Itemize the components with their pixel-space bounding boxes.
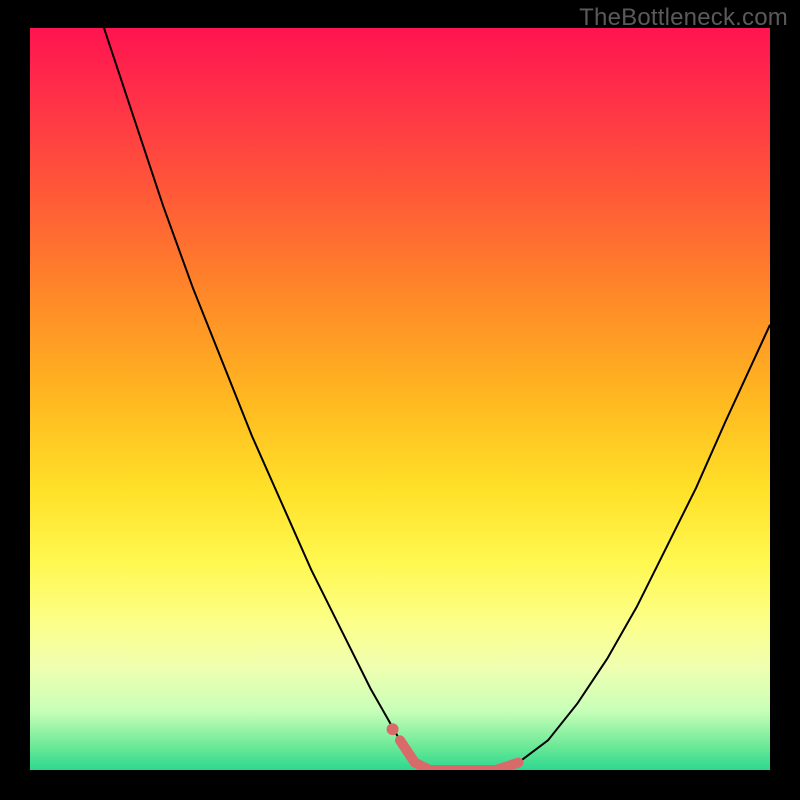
bottleneck-curve bbox=[104, 28, 770, 770]
optimal-range-dot bbox=[387, 723, 399, 735]
chart-svg bbox=[30, 28, 770, 770]
optimal-range-marker bbox=[400, 740, 518, 770]
chart-frame: TheBottleneck.com bbox=[0, 0, 800, 800]
plot-area bbox=[30, 28, 770, 770]
watermark-text: TheBottleneck.com bbox=[579, 4, 788, 32]
